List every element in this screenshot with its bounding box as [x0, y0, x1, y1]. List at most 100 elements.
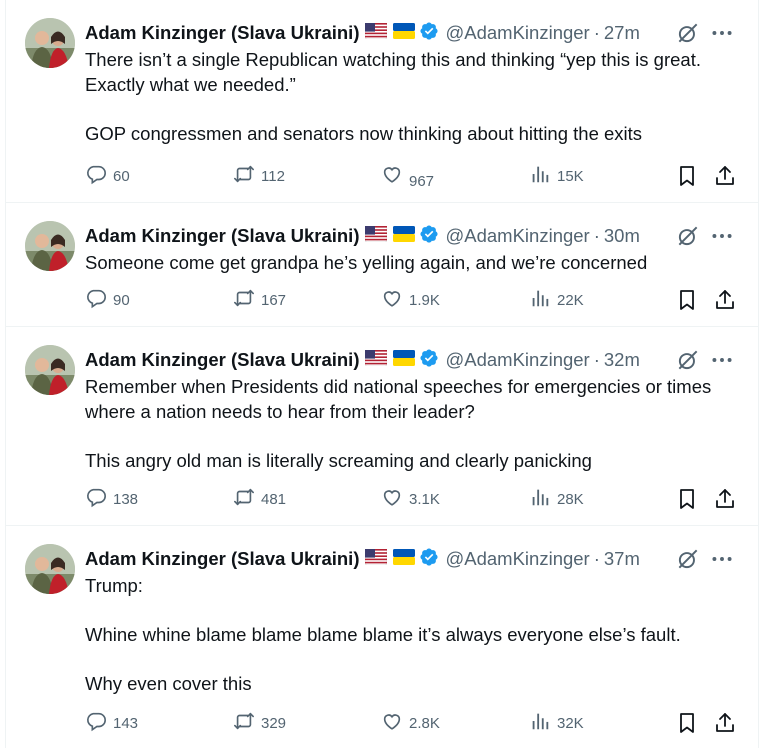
like-count: 967 [409, 172, 435, 190]
bookmark-icon[interactable] [675, 487, 699, 511]
reply-count: 90 [113, 291, 130, 309]
verified-badge-icon[interactable] [419, 348, 439, 373]
retweet-icon [233, 163, 261, 189]
views-button[interactable]: 22K [529, 288, 584, 312]
ukraine-flag-icon [393, 349, 416, 371]
tweet-paragraph: There isn’t a single Republican watching… [85, 49, 701, 95]
avatar[interactable] [25, 18, 75, 68]
reply-icon [85, 163, 113, 189]
grok-icon[interactable] [675, 223, 701, 249]
views-count: 15K [557, 167, 584, 185]
reply-button[interactable]: 60 [85, 164, 130, 188]
tweet-paragraph: GOP congressmen and senators now thinkin… [85, 123, 643, 144]
retweet-icon [233, 287, 261, 313]
reply-count: 143 [113, 714, 139, 732]
ukraine-flag-icon [393, 225, 416, 247]
action-bar: 90 167 1.9K 22K [85, 288, 745, 312]
avatar[interactable] [25, 544, 75, 594]
tweet[interactable]: Adam Kinzinger (Slava Ukraini) @AdamKinz… [5, 526, 759, 748]
tweet-paragraph: Someone come get grandpa he’s yelling ag… [85, 252, 648, 273]
tweet-header: Adam Kinzinger (Slava Ukraini) @AdamKinz… [85, 20, 640, 46]
more-options-icon[interactable] [709, 546, 735, 572]
ukraine-flag-icon [393, 22, 416, 44]
retweet-button[interactable]: 329 [233, 711, 286, 735]
reply-icon [85, 287, 113, 313]
author-name[interactable]: Adam Kinzinger (Slava Ukraini) [85, 548, 359, 570]
retweet-button[interactable]: 112 [233, 164, 285, 188]
like-button[interactable]: 2.8K [381, 711, 440, 735]
bookmark-icon[interactable] [675, 288, 699, 312]
views-icon [529, 163, 557, 189]
tweet-paragraph: Remember when Presidents did national sp… [85, 376, 712, 422]
reply-button[interactable]: 138 [85, 487, 138, 511]
action-bar: 143 329 2.8K 32K [85, 711, 745, 735]
like-count: 2.8K [409, 714, 440, 732]
verified-badge-icon[interactable] [419, 547, 439, 572]
views-icon [529, 486, 557, 512]
us-flag-icon [365, 22, 388, 44]
tweet-time[interactable]: 32m [604, 349, 640, 371]
tweet-text: There isn’t a single Republican watching… [85, 47, 755, 146]
author-handle[interactable]: @AdamKinzinger [445, 225, 589, 247]
author-handle[interactable]: @AdamKinzinger [445, 22, 589, 44]
more-options-icon[interactable] [709, 223, 735, 249]
grok-icon[interactable] [675, 20, 701, 46]
like-count: 1.9K [409, 291, 440, 309]
views-icon [529, 287, 557, 313]
verified-badge-icon[interactable] [419, 21, 439, 46]
grok-icon[interactable] [675, 347, 701, 373]
views-button[interactable]: 15K [529, 164, 584, 188]
tweet[interactable]: Adam Kinzinger (Slava Ukraini) @AdamKinz… [5, 0, 759, 203]
separator: · [593, 349, 600, 370]
tweet[interactable]: Adam Kinzinger (Slava Ukraini) @AdamKinz… [5, 203, 759, 327]
author-handle[interactable]: @AdamKinzinger [445, 349, 589, 371]
share-icon[interactable] [713, 487, 737, 511]
tweet[interactable]: Adam Kinzinger (Slava Ukraini) @AdamKinz… [5, 327, 759, 526]
bookmark-icon[interactable] [675, 164, 699, 188]
more-options-icon[interactable] [709, 347, 735, 373]
views-icon [529, 710, 557, 736]
retweet-count: 167 [261, 291, 287, 309]
tweet-paragraph: Trump: [85, 575, 143, 596]
author-name[interactable]: Adam Kinzinger (Slava Ukraini) [85, 22, 359, 44]
like-button[interactable]: 967 [381, 164, 435, 190]
reply-button[interactable]: 143 [85, 711, 138, 735]
tweet-time[interactable]: 37m [604, 548, 640, 570]
retweet-icon [233, 710, 261, 736]
author-handle[interactable]: @AdamKinzinger [445, 548, 589, 570]
tweet-paragraph: Why even cover this [85, 673, 252, 694]
reply-button[interactable]: 90 [85, 288, 130, 312]
heart-icon [381, 287, 409, 313]
author-name[interactable]: Adam Kinzinger (Slava Ukraini) [85, 225, 359, 247]
more-options-icon[interactable] [709, 20, 735, 46]
views-count: 22K [557, 291, 584, 309]
tweet-paragraph: This angry old man is literally screamin… [85, 450, 592, 471]
grok-icon[interactable] [675, 546, 701, 572]
retweet-button[interactable]: 167 [233, 288, 286, 312]
reply-count: 138 [113, 490, 139, 508]
tweet-text: Someone come get grandpa he’s yelling ag… [85, 250, 755, 275]
share-icon[interactable] [713, 288, 737, 312]
us-flag-icon [365, 349, 388, 371]
like-button[interactable]: 3.1K [381, 487, 440, 511]
like-button[interactable]: 1.9K [381, 288, 440, 312]
tweet-time[interactable]: 30m [604, 225, 640, 247]
views-count: 28K [557, 490, 584, 508]
share-icon[interactable] [713, 711, 737, 735]
views-button[interactable]: 28K [529, 487, 584, 511]
views-button[interactable]: 32K [529, 711, 584, 735]
bookmark-icon[interactable] [675, 711, 699, 735]
avatar[interactable] [25, 345, 75, 395]
heart-icon [381, 486, 409, 512]
verified-badge-icon[interactable] [419, 224, 439, 249]
author-name[interactable]: Adam Kinzinger (Slava Ukraini) [85, 349, 359, 371]
retweet-button[interactable]: 481 [233, 487, 286, 511]
avatar[interactable] [25, 221, 75, 271]
tweet-header: Adam Kinzinger (Slava Ukraini) @AdamKinz… [85, 546, 640, 572]
separator: · [593, 22, 600, 43]
us-flag-icon [365, 548, 388, 570]
tweet-time[interactable]: 27m [604, 22, 640, 44]
retweet-count: 112 [261, 167, 285, 185]
share-icon[interactable] [713, 164, 737, 188]
heart-icon [381, 710, 409, 736]
